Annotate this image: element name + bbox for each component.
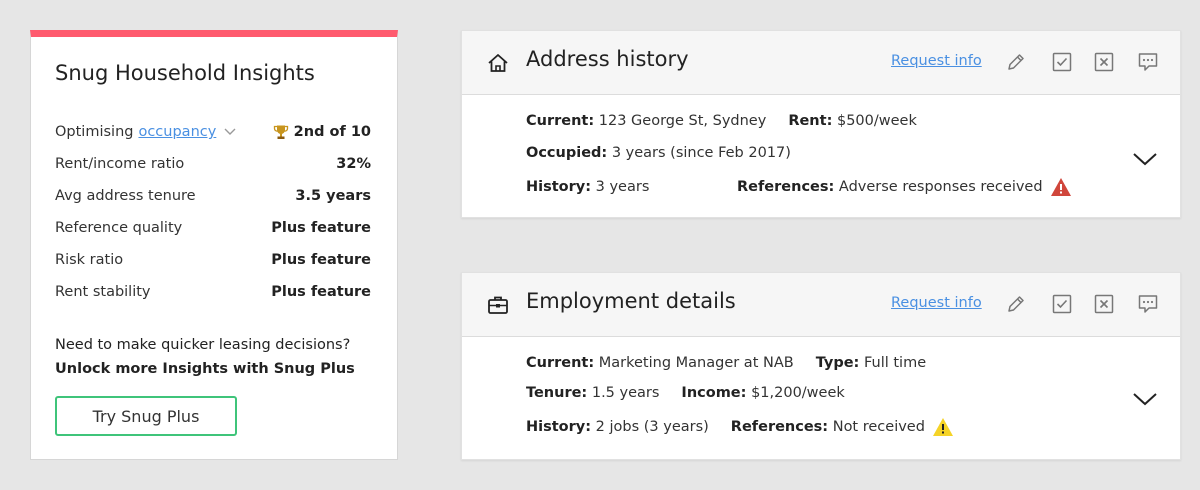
upgrade-promo: Need to make quicker leasing decisions? … <box>55 333 355 381</box>
promo-strong-text: Unlock more Insights with Snug Plus <box>55 361 355 377</box>
briefcase-icon <box>486 293 510 317</box>
card-title: Address history <box>526 47 689 71</box>
request-info-link[interactable]: Request info <box>891 295 982 311</box>
occupancy-link[interactable]: occupancy <box>138 124 216 140</box>
metric-row: Rent stability Plus feature <box>55 276 371 308</box>
home-icon <box>486 51 510 75</box>
current-address: Current: 123 George St, Sydney <box>526 113 767 129</box>
metric-row: Reference quality Plus feature <box>55 212 371 244</box>
insights-title: Snug Household Insights <box>55 61 315 85</box>
employment-details-card: Employment details Request info Current:… <box>461 272 1181 460</box>
metric-label: Rent/income ratio <box>55 156 185 172</box>
promo-text: Need to make quicker leasing decisions? <box>55 337 351 353</box>
history: History: 2 jobs (3 years) <box>526 419 709 435</box>
references: References: Adverse responses received <box>737 179 1043 195</box>
card-body: Current: Marketing Manager at NAB Type: … <box>526 337 1180 459</box>
metric-value: Plus feature <box>271 220 371 236</box>
history: History: 3 years <box>526 179 650 195</box>
metric-row-optimising: Optimising occupancy 2nd of 10 <box>55 116 371 148</box>
occupancy-rank: 2nd of 10 <box>293 124 371 140</box>
close-icon[interactable] <box>1093 293 1115 315</box>
metric-row: Rent/income ratio 32% <box>55 148 371 180</box>
check-icon[interactable] <box>1051 51 1073 73</box>
request-info-link[interactable]: Request info <box>891 53 982 69</box>
optimising-label: Optimising <box>55 124 134 140</box>
chevron-down-icon[interactable] <box>1132 391 1158 407</box>
metric-row: Avg address tenure 3.5 years <box>55 180 371 212</box>
close-icon[interactable] <box>1093 51 1115 73</box>
rent: Rent: $500/week <box>788 113 917 129</box>
warning-icon <box>932 417 954 437</box>
tenure: Tenure: 1.5 years <box>526 385 660 401</box>
address-history-card: Address history Request info Current: 12… <box>461 30 1181 218</box>
try-snug-plus-button[interactable]: Try Snug Plus <box>55 396 237 436</box>
metric-label: Rent stability <box>55 284 151 300</box>
insights-metric-list: Optimising occupancy 2nd of 10 Rent/inco… <box>55 116 371 308</box>
metric-value: 32% <box>336 156 371 172</box>
metric-label: Avg address tenure <box>55 188 196 204</box>
occupied: Occupied: 3 years (since Feb 2017) <box>526 145 791 161</box>
edit-icon[interactable] <box>1005 293 1027 315</box>
trophy-icon <box>273 124 289 140</box>
income: Income: $1,200/week <box>681 385 845 401</box>
metric-value: Plus feature <box>271 252 371 268</box>
card-title: Employment details <box>526 289 736 313</box>
references: References: Not received <box>730 419 925 435</box>
comment-icon[interactable] <box>1137 51 1159 73</box>
card-header: Employment details Request info <box>462 273 1180 337</box>
metric-label: Risk ratio <box>55 252 124 268</box>
check-icon[interactable] <box>1051 293 1073 315</box>
metric-label: Reference quality <box>55 220 183 236</box>
chevron-down-icon[interactable] <box>224 128 236 136</box>
metric-value: Plus feature <box>271 284 371 300</box>
edit-icon[interactable] <box>1005 51 1027 73</box>
card-header: Address history Request info <box>462 31 1180 95</box>
chevron-down-icon[interactable] <box>1132 151 1158 167</box>
insights-card: Snug Household Insights Optimising occup… <box>30 30 398 460</box>
warning-icon <box>1050 177 1072 197</box>
metric-row: Risk ratio Plus feature <box>55 244 371 276</box>
current-job: Current: Marketing Manager at NAB <box>526 355 794 371</box>
comment-icon[interactable] <box>1137 293 1159 315</box>
metric-value: 3.5 years <box>295 188 371 204</box>
employment-type: Type: Full time <box>815 355 927 371</box>
card-body: Current: 123 George St, Sydney Rent: $50… <box>526 95 1180 217</box>
